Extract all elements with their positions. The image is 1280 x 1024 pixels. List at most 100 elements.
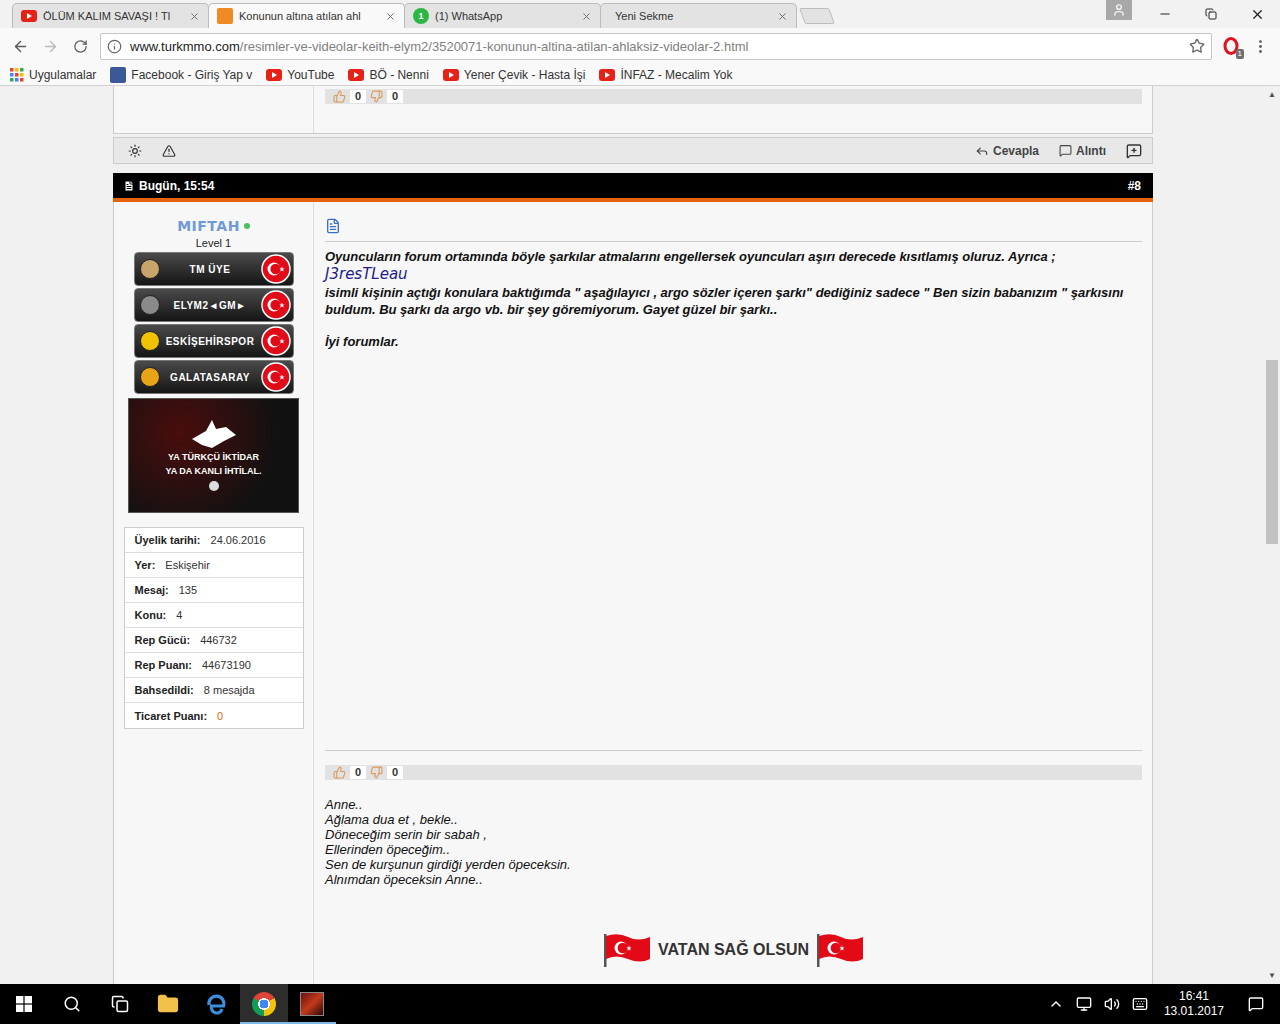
thumbs-up-icon[interactable] <box>333 90 346 103</box>
youtube-icon <box>599 69 615 81</box>
minimize-icon <box>1158 7 1172 21</box>
userbar: ELYM2◄GM► <box>134 288 294 322</box>
apps-icon <box>10 68 24 82</box>
username[interactable]: MIFTAH <box>177 218 250 234</box>
user-mention[interactable]: J3resTLeau <box>325 265 1142 284</box>
multi-quote-icon[interactable] <box>1126 143 1142 159</box>
wolf-icon <box>192 419 236 449</box>
search-button[interactable] <box>48 984 96 1024</box>
userbar: TM ÜYE <box>134 252 294 286</box>
task-view-button[interactable] <box>96 984 144 1024</box>
taskbar-app[interactable] <box>192 984 240 1024</box>
flag-icon <box>815 933 865 967</box>
browser-tab[interactable]: ÖLÜM KALIM SAVAŞI ! Tl <box>12 3 209 28</box>
turkish-flag-icon <box>261 326 291 356</box>
userbar: GALATASARAY <box>134 360 294 394</box>
toolbar: www.turkmmo.com/resimler-ve-videolar-kei… <box>0 28 1280 64</box>
menu-icon <box>1252 38 1269 55</box>
profile-button[interactable] <box>1106 0 1132 20</box>
restore-button[interactable] <box>1188 0 1234 28</box>
bookmark[interactable]: Facebook - Giriş Yap v <box>110 67 252 83</box>
game-icon <box>300 992 324 1016</box>
tab-label: Konunun altına atılan ahl <box>239 10 379 22</box>
stat-row: Üyelik tarihi:24.06.2016 <box>125 528 303 553</box>
menu-button[interactable] <box>1246 32 1274 60</box>
tab-strip: ÖLÜM KALIM SAVAŞI ! Tl Konunun altına atı… <box>0 0 1280 28</box>
browser-tab[interactable]: 1(1) WhatsApp <box>404 3 601 28</box>
reply-button[interactable]: Cevapla <box>975 144 1039 158</box>
report-icon[interactable] <box>162 144 176 158</box>
scrollbar[interactable]: ▲▼ <box>1264 86 1280 984</box>
clock[interactable]: 16:4113.01.2017 <box>1156 989 1232 1019</box>
volume-icon[interactable] <box>1104 996 1120 1012</box>
reload-button[interactable] <box>66 32 94 60</box>
like-count: 0 <box>350 766 366 779</box>
close-tab-icon[interactable] <box>581 11 592 22</box>
keyboard-icon[interactable] <box>1132 996 1148 1012</box>
search-icon <box>63 995 81 1013</box>
close-icon <box>1250 7 1265 22</box>
scroll-up-icon[interactable]: ▲ <box>1264 86 1280 103</box>
back-button[interactable] <box>6 32 34 60</box>
dislike-count: 0 <box>387 766 403 779</box>
dislike-count: 0 <box>387 90 403 103</box>
quote-button[interactable]: Alıntı <box>1059 144 1106 158</box>
info-icon[interactable] <box>107 39 122 54</box>
taskbar-app[interactable] <box>144 984 192 1024</box>
edge-icon <box>204 992 228 1016</box>
notifications-button[interactable] <box>1232 984 1280 1024</box>
browser-tab[interactable]: Yeni Sekme <box>600 3 797 28</box>
bookmark[interactable]: BÖ - Nenni <box>348 68 428 82</box>
stat-row: Konu:4 <box>125 603 303 628</box>
taskbar-app[interactable] <box>288 984 336 1024</box>
address-bar[interactable]: www.turkmmo.com/resimler-ve-videolar-kei… <box>100 33 1212 60</box>
extension-button[interactable]: 1 <box>1218 33 1244 59</box>
folder-icon <box>157 993 179 1015</box>
youtube-icon <box>266 69 282 81</box>
close-tab-icon[interactable] <box>385 11 396 22</box>
reload-icon <box>73 39 88 54</box>
close-tab-icon[interactable] <box>189 11 200 22</box>
tray-overflow-icon[interactable] <box>1048 996 1064 1012</box>
user-level: Level 1 <box>196 237 231 249</box>
close-button[interactable] <box>1234 0 1280 28</box>
thumbs-down-icon[interactable] <box>370 90 383 103</box>
system-tray <box>1040 996 1156 1012</box>
user-icon <box>1112 3 1126 17</box>
close-tab-icon[interactable] <box>777 11 788 22</box>
browser-tab[interactable]: Konunun altına atılan ahl <box>208 3 405 28</box>
document-icon <box>325 218 341 234</box>
stat-row: Bahsedildi:8 mesajda <box>125 678 303 703</box>
previous-post: 00 <box>113 86 1153 134</box>
bookmark[interactable]: İNFAZ - Mecalim Yok <box>599 68 732 82</box>
stat-row: Ticaret Puanı:0 <box>125 703 303 728</box>
new-tab-button[interactable] <box>799 8 835 24</box>
browser-window: ÖLÜM KALIM SAVAŞI ! Tl Konunun altına atı… <box>0 0 1280 1024</box>
userbar-logo-icon <box>140 367 160 387</box>
scroll-thumb[interactable] <box>1266 360 1278 545</box>
post-number[interactable]: #8 <box>1128 179 1141 193</box>
thumbs-down-icon[interactable] <box>370 766 383 779</box>
thumbs-up-icon[interactable] <box>333 766 346 779</box>
start-button[interactable] <box>0 984 48 1024</box>
forward-button[interactable] <box>36 32 64 60</box>
url: www.turkmmo.com/resimler-ve-videolar-kei… <box>130 39 1181 54</box>
bookmark[interactable]: Yener Çevik - Hasta İşi <box>443 68 586 82</box>
bookmark[interactable]: Uygulamalar <box>10 68 96 82</box>
network-icon[interactable] <box>1076 996 1092 1012</box>
scroll-down-icon[interactable]: ▼ <box>1264 967 1280 984</box>
bookmark-star-icon[interactable] <box>1189 38 1205 54</box>
like-bar: 00 <box>325 765 1142 780</box>
sparkle-icon[interactable] <box>128 144 142 158</box>
user-info: MIFTAHLevel 1TM ÜYEELYM2◄GM►ESKİŞEHİRSPO… <box>114 202 314 984</box>
bookmarks-bar: Uygulamalar Facebook - Giriş Yap v YouTube… <box>0 64 1280 86</box>
forum-thread: 00CevaplaAlıntıBugün, 15:54#8MIFTAHLevel… <box>113 86 1153 984</box>
turkish-flag-icon <box>261 290 291 320</box>
signature: Anne..Ağlama dua et , bekle..Döneceğim s… <box>325 797 1142 887</box>
minimize-button[interactable] <box>1142 0 1188 28</box>
turkish-flag-icon <box>261 254 291 284</box>
stat-row: Rep Gücü:446732 <box>125 628 303 653</box>
userbar-logo-icon <box>140 331 160 351</box>
taskbar-app[interactable] <box>240 984 288 1024</box>
bookmark[interactable]: YouTube <box>266 68 334 82</box>
